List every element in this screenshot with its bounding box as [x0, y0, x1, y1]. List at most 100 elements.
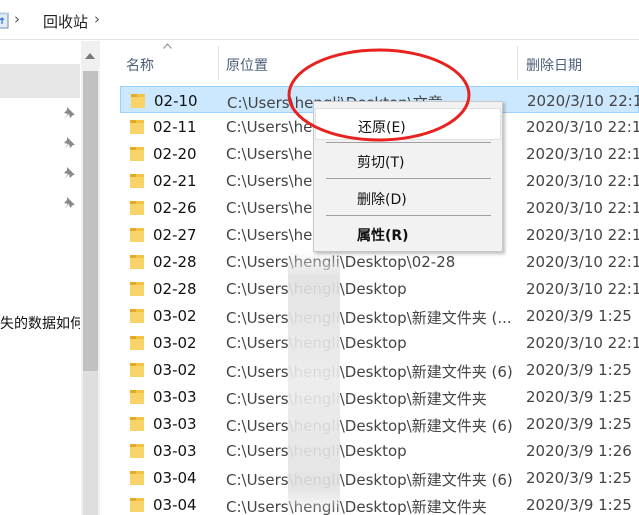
item-date-deleted: 2020/3/9 1:25 — [526, 415, 632, 433]
list-item[interactable]: 02-28 C:\Users\hengli\Desktop 2020/3/10 … — [120, 275, 639, 302]
item-date-deleted: 2020/3/10 22:14 — [526, 253, 639, 271]
item-name: 02-20 — [153, 145, 197, 163]
column-divider[interactable] — [218, 46, 219, 80]
list-item[interactable]: 02-28 C:\Users\hengli\Desktop\02-28 2020… — [120, 248, 639, 275]
column-header-label: 原位置 — [226, 58, 268, 74]
list-item[interactable]: 03-03 C:\Users\hengli\Desktop\新建文件夹 2020… — [120, 383, 639, 410]
nav-scrollbar[interactable] — [81, 41, 100, 515]
pin-icon[interactable] — [62, 136, 76, 150]
item-name: 03-02 — [153, 361, 197, 379]
item-date-deleted: 2020/3/10 22:14 — [526, 199, 639, 217]
folder-icon — [130, 471, 144, 485]
folder-icon — [130, 228, 144, 242]
item-date-deleted: 2020/3/10 22:14 — [526, 226, 639, 244]
item-original-location: C:\Users\hengli\Desktop — [226, 280, 518, 298]
menu-item-label: 剪切(T) — [357, 155, 405, 171]
item-date-deleted: 2020/3/10 22:14 — [526, 280, 639, 298]
scroll-up-arrow-icon[interactable] — [85, 53, 95, 59]
breadcrumb-separator[interactable]: › — [14, 10, 20, 28]
breadcrumb-recycle-bin[interactable]: 回收站 — [43, 11, 88, 32]
menu-item-label: 属性(R) — [357, 228, 409, 244]
pin-icon[interactable] — [62, 166, 76, 180]
item-original-location: C:\Users\hengli\Desktop\新建文件夹 (6) — [226, 363, 513, 381]
folder-icon — [130, 147, 144, 161]
menu-divider — [326, 178, 491, 179]
menu-item-label: 删除(D) — [357, 192, 407, 208]
annotation-ellipse — [287, 48, 471, 142]
menu-item-properties[interactable]: 属性(R) — [315, 217, 501, 249]
column-header-label: 名称 — [126, 58, 154, 74]
item-name: 02-28 — [153, 253, 197, 271]
item-date-deleted: 2020/3/9 1:25 — [526, 496, 632, 514]
item-name: 02-27 — [153, 226, 197, 244]
privacy-blur — [288, 250, 340, 515]
item-original-location: C:\Users\hengli\Desktop\新建文件夹 (6) — [226, 471, 513, 489]
folder-icon — [130, 174, 144, 188]
list-item[interactable]: 03-04 C:\Users\hengli\Desktop\新建文件夹 (6) … — [120, 464, 639, 491]
folder-icon — [130, 363, 144, 377]
item-date-deleted: 2020/3/10 22:12 — [527, 92, 639, 110]
list-item[interactable]: 03-04 C:\Users\hengli\Desktop\新建文件夹 2020… — [120, 491, 639, 515]
item-date-deleted: 2020/3/9 1:25 — [526, 307, 632, 325]
item-name: 03-03 — [153, 388, 197, 406]
menu-item-cut[interactable]: 剪切(T) — [315, 144, 501, 176]
list-item[interactable]: 03-02 C:\Users\hengli\Desktop 2020/3/10 … — [120, 329, 639, 356]
pin-icon[interactable] — [62, 106, 76, 120]
item-date-deleted: 2020/3/10 22:13 — [526, 172, 639, 190]
folder-icon — [130, 498, 144, 512]
item-name: 02-21 — [153, 172, 197, 190]
item-date-deleted: 2020/3/9 1:25 — [526, 469, 632, 487]
folder-icon — [130, 282, 144, 296]
item-name: 02-28 — [153, 280, 197, 298]
folder-icon — [130, 120, 144, 134]
menu-item-delete[interactable]: 删除(D) — [315, 181, 501, 213]
item-date-deleted: 2020/3/9 1:26 — [526, 442, 632, 460]
item-date-deleted: 2020/3/10 22:13 — [526, 145, 639, 163]
address-bar[interactable]: › 回收站 › — [0, 0, 639, 40]
folder-icon — [130, 417, 144, 431]
folder-icon — [130, 201, 144, 215]
item-name: 03-02 — [153, 334, 197, 352]
list-item[interactable]: 03-03 C:\Users\hengli\Desktop 2020/3/9 1… — [120, 437, 639, 464]
breadcrumb-separator[interactable]: › — [94, 10, 100, 28]
folder-icon — [130, 390, 144, 404]
item-name: 02-10 — [154, 92, 198, 110]
item-original-location: C:\Users\hengli\Desktop\新建文件夹 — [226, 390, 487, 408]
item-name: 03-02 — [153, 307, 197, 325]
item-date-deleted: 2020/3/10 22:13 — [526, 334, 639, 352]
nav-item-selected[interactable] — [0, 64, 80, 98]
nav-item-label[interactable]: 失的数据如何 — [0, 313, 80, 333]
column-header-name[interactable]: 名称 — [126, 41, 218, 85]
item-original-location: C:\Users\hengli\Desktop — [226, 442, 518, 460]
scrollbar-track[interactable] — [83, 371, 98, 515]
folder-icon — [130, 336, 144, 350]
list-item[interactable]: 03-02 C:\Users\hengli\Desktop\新建文件夹 (...… — [120, 302, 639, 329]
list-item[interactable]: 03-03 C:\Users\hengli\Desktop\新建文件夹 (6) … — [120, 410, 639, 437]
folder-icon — [131, 94, 145, 108]
list-item[interactable]: 03-02 C:\Users\hengli\Desktop\新建文件夹 (6) … — [120, 356, 639, 383]
folder-icon — [130, 309, 144, 323]
column-divider[interactable] — [517, 46, 518, 80]
item-original-location: C:\Users\hengli\Desktop\新建文件夹 — [226, 498, 487, 515]
column-header-date-deleted[interactable]: 删除日期 — [526, 41, 639, 85]
item-name: 03-03 — [153, 415, 197, 433]
item-name: 03-04 — [153, 496, 197, 514]
folder-icon — [130, 444, 144, 458]
item-name: 03-03 — [153, 442, 197, 460]
item-date-deleted: 2020/3/10 22:12 — [526, 118, 639, 136]
item-original-location: C:\Users\hengli\Desktop\新建文件夹 (... — [226, 309, 512, 327]
item-name: 03-04 — [153, 469, 197, 487]
item-name: 02-26 — [153, 199, 197, 217]
item-original-location: C:\Users\hengli\Desktop — [226, 334, 518, 352]
recycle-bin-icon — [0, 12, 9, 29]
item-original-location: C:\Users\hengli\Desktop\新建文件夹 (6) — [226, 417, 513, 435]
item-name: 02-11 — [153, 118, 197, 136]
scrollbar-thumb[interactable] — [83, 71, 98, 371]
pin-icon[interactable] — [62, 196, 76, 210]
column-header-label: 删除日期 — [526, 58, 582, 74]
item-original-location: C:\Users\hengli\Desktop\02-28 — [226, 253, 456, 271]
menu-divider — [326, 215, 491, 216]
folder-icon — [130, 255, 144, 269]
item-date-deleted: 2020/3/9 1:25 — [526, 361, 632, 379]
item-date-deleted: 2020/3/9 1:25 — [526, 388, 632, 406]
